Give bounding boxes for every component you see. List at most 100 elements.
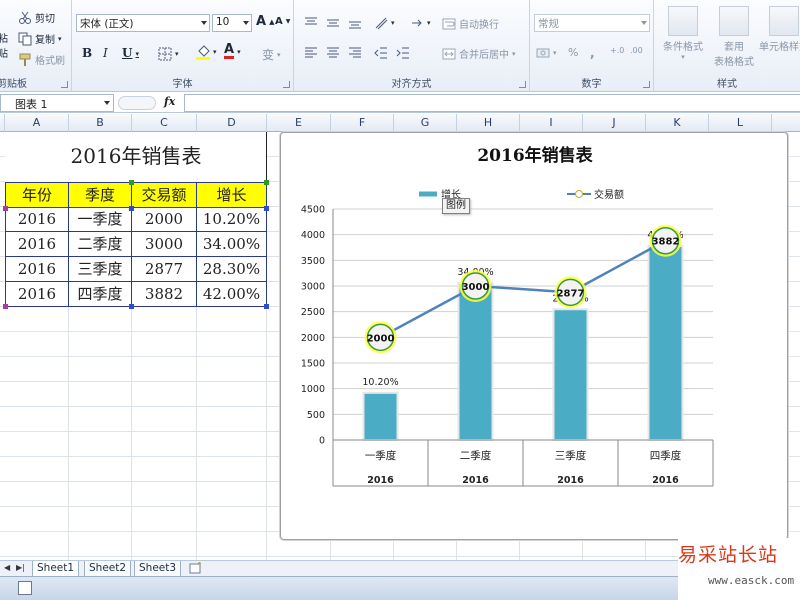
- range-handle[interactable]: [3, 206, 8, 211]
- chart-title: 2016年销售表: [477, 145, 593, 166]
- line-data-label: 2877: [557, 288, 585, 299]
- table-cell[interactable]: 3000: [132, 232, 197, 257]
- percent-icon: %: [568, 46, 579, 59]
- table-cell[interactable]: 四季度: [69, 282, 132, 307]
- font-name-combo[interactable]: 宋体 (正文): [76, 14, 210, 32]
- column-header[interactable]: F: [331, 114, 394, 132]
- number-format-value: 常规: [538, 18, 559, 30]
- column-header[interactable]: J: [583, 114, 646, 132]
- table-cell[interactable]: 2000: [132, 207, 197, 232]
- align-left-button[interactable]: [304, 46, 318, 60]
- range-handle[interactable]: [264, 304, 269, 309]
- insert-sheet-icon[interactable]: [188, 561, 204, 575]
- merge-center-button[interactable]: 合并后居中 ▾: [442, 46, 516, 61]
- align-right-button[interactable]: [348, 46, 362, 60]
- fill-color-button[interactable]: ▾: [196, 45, 217, 60]
- tab-sheet3[interactable]: Sheet3: [134, 561, 182, 577]
- header-cell-growth[interactable]: 增长: [197, 183, 267, 208]
- range-handle[interactable]: [129, 304, 134, 309]
- conditional-format-button[interactable]: 条件格式 ▾: [656, 2, 710, 72]
- align-middle-button[interactable]: [326, 16, 340, 30]
- italic-button[interactable]: I: [103, 46, 108, 60]
- header-cell-quarter[interactable]: 季度: [69, 183, 132, 208]
- text-orientation-icon: [374, 16, 388, 30]
- cell-styles-button[interactable]: 单元格样式: [758, 2, 800, 72]
- range-handle[interactable]: [129, 206, 134, 211]
- increase-decimal-button[interactable]: +.0: [610, 46, 624, 55]
- font-color-button[interactable]: A ▾: [224, 43, 241, 59]
- text-direction-button[interactable]: ▾: [410, 16, 431, 30]
- tab-sheet2[interactable]: Sheet2: [84, 561, 132, 577]
- formula-bar-resize-handle[interactable]: [118, 96, 156, 110]
- font-size-combo[interactable]: 10: [212, 14, 252, 32]
- font-launcher-icon[interactable]: [283, 81, 290, 88]
- table-cell[interactable]: 2877: [132, 257, 197, 282]
- decrease-decimal-button[interactable]: .00: [630, 46, 643, 55]
- copy-button[interactable]: 复制 ▾: [18, 31, 62, 46]
- chart-object[interactable]: 2016年销售表 0 500 1000 1500 2000 2500 3000 3500 4000…: [280, 132, 788, 540]
- table-cell[interactable]: 10.20%: [197, 207, 267, 232]
- table-cell[interactable]: 2016: [6, 232, 69, 257]
- tab-sheet1[interactable]: Sheet1: [32, 561, 80, 577]
- table-cell[interactable]: 二季度: [69, 232, 132, 257]
- comma-button[interactable]: ,: [590, 46, 595, 60]
- name-box[interactable]: 图表 1: [0, 94, 114, 112]
- table-cell[interactable]: 三季度: [69, 257, 132, 282]
- column-header[interactable]: H: [457, 114, 520, 132]
- range-handle[interactable]: [264, 206, 269, 211]
- table-cell[interactable]: 42.00%: [197, 282, 267, 307]
- combo-chart[interactable]: 2016年销售表 0 500 1000 1500 2000 2500 3000 3500 4000…: [281, 133, 789, 541]
- range-handle[interactable]: [3, 304, 8, 309]
- column-header[interactable]: E: [267, 114, 331, 132]
- column-header[interactable]: I: [520, 114, 583, 132]
- table-cell[interactable]: 3882: [132, 282, 197, 307]
- tab-scroll-prev-icon[interactable]: ◀: [4, 563, 10, 572]
- table-cell[interactable]: 34.00%: [197, 232, 267, 257]
- table-cell[interactable]: 2016: [6, 282, 69, 307]
- phonetic-button[interactable]: 变 ▾: [262, 46, 281, 63]
- column-header[interactable]: G: [394, 114, 457, 132]
- clipboard-launcher-icon[interactable]: [61, 81, 68, 88]
- header-cell-amount[interactable]: 交易额: [132, 183, 197, 208]
- column-header[interactable]: K: [646, 114, 709, 132]
- table-cell[interactable]: 28.30%: [197, 257, 267, 282]
- border-button[interactable]: ▾: [158, 47, 179, 61]
- alignment-launcher-icon[interactable]: [519, 81, 526, 88]
- underline-button[interactable]: U ▾: [122, 46, 139, 60]
- number-launcher-icon[interactable]: [643, 81, 650, 88]
- formula-input[interactable]: [184, 94, 800, 112]
- shrink-font-button[interactable]: A ▼: [275, 16, 290, 27]
- paste-button[interactable]: 粘贴: [0, 30, 8, 60]
- column-header[interactable]: A: [5, 114, 69, 132]
- cut-button[interactable]: 剪切: [18, 10, 55, 25]
- align-middle-icon: [326, 16, 340, 30]
- bold-button[interactable]: B: [82, 46, 92, 60]
- currency-button[interactable]: ▾: [536, 46, 557, 60]
- tab-scroll-last-icon[interactable]: ▶|: [16, 563, 25, 572]
- format-painter-button[interactable]: 格式刷: [18, 52, 65, 67]
- align-center-button[interactable]: [326, 46, 340, 60]
- increase-indent-button[interactable]: [396, 46, 410, 60]
- column-header[interactable]: L: [709, 114, 772, 132]
- table-cell[interactable]: 2016: [6, 207, 69, 232]
- table-cell[interactable]: 一季度: [69, 207, 132, 232]
- column-header[interactable]: D: [197, 114, 267, 132]
- decrease-indent-button[interactable]: [374, 46, 388, 60]
- grow-font-button[interactable]: A ▲: [256, 14, 274, 29]
- column-header[interactable]: B: [69, 114, 132, 132]
- wrap-text-button[interactable]: 自动换行: [442, 16, 499, 31]
- format-as-table-button[interactable]: 套用 表格格式: [708, 2, 760, 72]
- align-bottom-button[interactable]: [348, 16, 362, 30]
- header-cell-year[interactable]: 年份: [6, 183, 69, 208]
- range-handle[interactable]: [129, 180, 134, 185]
- orientation-button[interactable]: ▾: [374, 16, 395, 30]
- macro-record-icon[interactable]: [18, 581, 32, 595]
- number-format-combo[interactable]: 常规: [534, 14, 650, 32]
- insert-function-button[interactable]: fx: [164, 95, 175, 108]
- table-cell[interactable]: 2016: [6, 257, 69, 282]
- percent-button[interactable]: %: [568, 46, 578, 59]
- y-tick-label: 2000: [301, 333, 325, 344]
- column-header[interactable]: C: [132, 114, 197, 132]
- range-handle[interactable]: [264, 180, 269, 185]
- align-top-button[interactable]: [304, 16, 318, 30]
